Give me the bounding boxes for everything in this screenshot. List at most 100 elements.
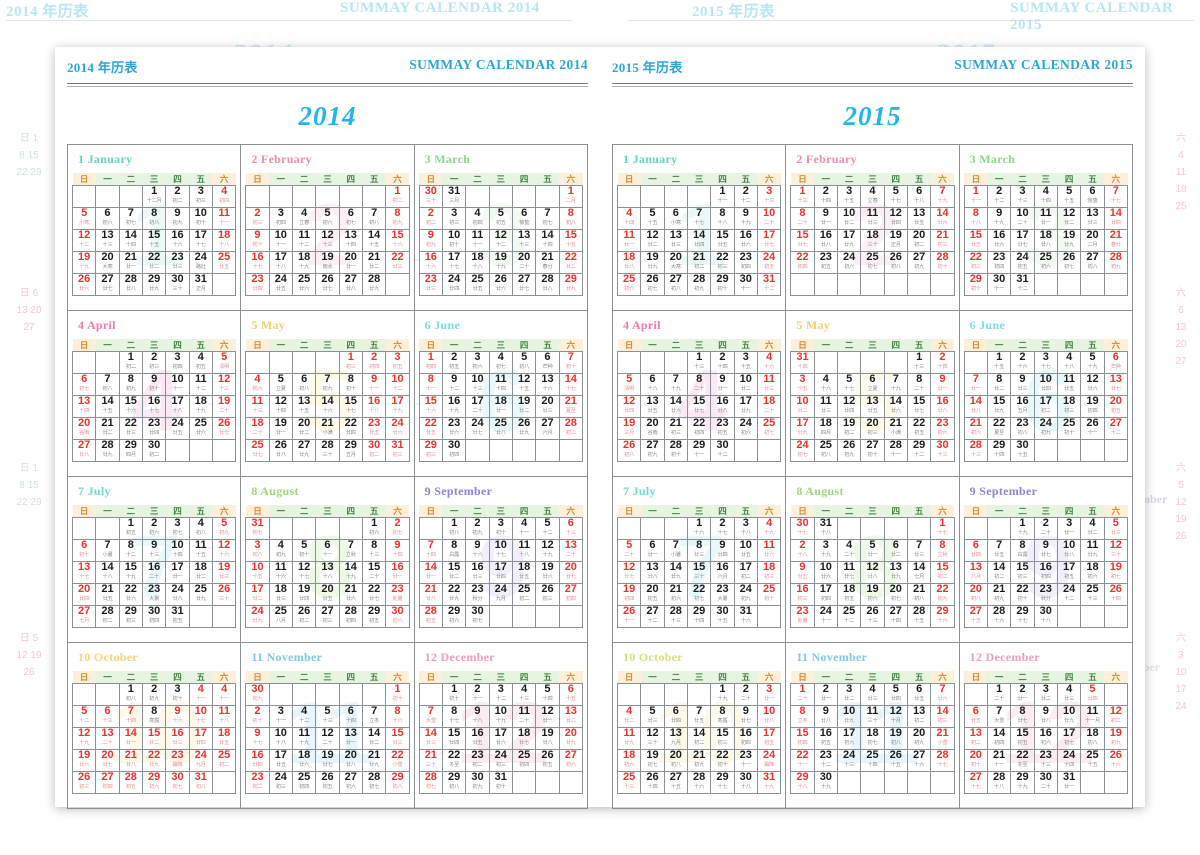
day-cell[interactable]: 6 芒种 — [535, 351, 560, 374]
day-cell[interactable]: 16 初五 — [813, 727, 838, 750]
day-cell[interactable]: 8 初八 — [558, 207, 584, 230]
day-cell[interactable]: 5 十二 — [71, 705, 97, 728]
day-cell[interactable]: 21 小满 — [315, 417, 340, 440]
day-cell[interactable]: 1 初八 — [441, 517, 467, 540]
day-cell[interactable]: 27 廿七 — [95, 273, 120, 296]
day-cell[interactable]: 7 十四 — [418, 539, 443, 562]
day-cell[interactable]: 9 廿一 — [710, 373, 735, 396]
day-cell[interactable]: 22 廿三 — [385, 251, 410, 274]
day-cell[interactable]: 26 初七 — [640, 273, 665, 296]
day-cell[interactable]: 18 廿八 — [616, 251, 642, 274]
day-cell[interactable]: 13 十五 — [291, 395, 317, 418]
day-cell[interactable]: 17 廿五 — [268, 749, 293, 772]
day-cell[interactable]: 24 十二 — [1056, 583, 1082, 606]
day-cell[interactable]: 10 十七 — [188, 705, 213, 728]
day-cell[interactable]: 5 廿三 — [1103, 517, 1129, 540]
day-cell[interactable]: 22 初十 — [710, 749, 735, 772]
day-cell[interactable]: 11 十八 — [511, 539, 537, 562]
day-cell[interactable]: 11 十四 — [488, 373, 513, 396]
day-cell[interactable]: 26 廿九 — [511, 417, 537, 440]
day-cell[interactable]: 2 十二 — [733, 185, 758, 208]
day-cell[interactable]: 9 十九 — [733, 207, 758, 230]
day-cell[interactable]: 14 廿一 — [418, 561, 443, 584]
day-cell[interactable]: 10 十四 — [165, 539, 190, 562]
day-cell[interactable]: 14 十九 — [338, 561, 363, 584]
day-cell[interactable]: 2 十八 — [790, 539, 815, 562]
day-cell[interactable]: 3 廿二 — [836, 683, 862, 706]
day-cell[interactable]: 18 初三 — [756, 561, 782, 584]
day-cell[interactable]: 25 初四 — [291, 771, 317, 794]
day-cell[interactable]: 1 二月 — [558, 185, 584, 208]
day-cell[interactable]: 20 谷雨 — [71, 417, 97, 440]
day-cell[interactable]: 8 立秋 — [930, 539, 955, 562]
day-cell[interactable]: 28 十六 — [986, 605, 1012, 628]
day-cell[interactable]: 11 十九 — [291, 727, 317, 750]
day-cell[interactable]: 22 初七 — [686, 583, 712, 606]
day-cell[interactable]: 10 十九 — [488, 705, 513, 728]
day-cell[interactable]: 22 廿五 — [418, 417, 443, 440]
day-cell[interactable]: 12 廿六 — [1080, 373, 1105, 396]
day-cell[interactable]: 15 二十 — [361, 561, 387, 584]
day-cell[interactable]: 5 二十 — [616, 539, 642, 562]
day-cell[interactable]: 12 廿七 — [616, 561, 642, 584]
day-cell[interactable]: 26 初八 — [883, 251, 908, 274]
day-cell[interactable]: 30 初九 — [245, 683, 270, 706]
day-cell[interactable]: 3 初十 — [165, 683, 190, 706]
day-cell[interactable]: 21 夏至 — [558, 395, 584, 418]
month-cell-july[interactable]: 77 July 日一二三四五六 1 十六 2 十七 3 十八 4 十九 5 二十 6 廿一 7 小暑 8 廿三 9 廿… — [611, 476, 787, 643]
day-cell[interactable]: 16 廿三 — [465, 561, 490, 584]
day-cell[interactable]: 3 初八 — [245, 539, 270, 562]
day-cell[interactable]: 24 十一 — [813, 605, 838, 628]
day-cell[interactable]: 12 十四 — [268, 395, 293, 418]
day-cell[interactable]: 15 十六 — [418, 395, 443, 418]
day-cell[interactable]: 19 初二 — [836, 417, 862, 440]
day-cell[interactable]: 1 十五 — [986, 351, 1012, 374]
day-cell[interactable]: 18 廿三 — [268, 583, 293, 606]
day-cell[interactable]: 19 初六 — [860, 583, 885, 606]
day-cell[interactable]: 19 廿九 — [1056, 229, 1082, 252]
month-cell-june[interactable]: 66 June 日一二三四五六 1 十五 2 十六 3 十七 4 十八 5 十九 6 芒种 7 廿一 8 廿二 9 廿… — [958, 310, 1134, 477]
day-cell[interactable]: 5 廿四 — [1080, 683, 1105, 706]
month-cell-october[interactable]: 10 10 October 日一二三四五六 1 初八 2 初九 3 初十 4 十一 4 十一 5 十二 6 十三… — [66, 642, 242, 809]
day-cell[interactable]: 16 十九 — [441, 395, 467, 418]
day-cell[interactable]: 24 初九 — [1033, 417, 1058, 440]
day-cell[interactable]: 3 廿二 — [1033, 683, 1058, 706]
day-cell[interactable]: 19 廿三 — [211, 561, 237, 584]
day-cell[interactable]: 17 二十 — [465, 395, 490, 418]
day-cell[interactable]: 23 初五 — [710, 417, 735, 440]
day-cell[interactable]: 4 十一 — [511, 517, 537, 540]
day-cell[interactable]: 8 十二 — [118, 539, 143, 562]
day-cell[interactable]: 7 十七 — [1103, 185, 1129, 208]
day-cell[interactable]: 25 十四 — [860, 749, 885, 772]
day-cell[interactable]: 23 十二 — [813, 749, 838, 772]
day-cell[interactable]: 13 廿三 — [1080, 207, 1105, 230]
day-cell[interactable]: 29 十九 — [1010, 771, 1035, 794]
day-cell[interactable]: 15 廿二 — [141, 727, 167, 750]
day-cell[interactable]: 9 廿四 — [710, 539, 735, 562]
day-cell[interactable]: 11 廿九 — [616, 727, 642, 750]
day-cell[interactable]: 7 十九 — [930, 185, 955, 208]
day-cell[interactable]: 21 小满 — [883, 417, 908, 440]
day-cell[interactable]: 31 十八 — [813, 517, 838, 540]
day-cell[interactable]: 20 廿七 — [95, 749, 120, 772]
day-cell[interactable]: 17 初二 — [1033, 395, 1058, 418]
day-cell[interactable]: 25 初十 — [1056, 417, 1082, 440]
day-cell[interactable]: 19 初七 — [1103, 561, 1129, 584]
day-cell[interactable]: 6 初六 — [95, 207, 120, 230]
day-cell[interactable]: 22 初四 — [790, 251, 815, 274]
day-cell[interactable]: 6 初七 — [338, 207, 363, 230]
day-cell[interactable]: 1 十七 — [930, 517, 955, 540]
day-cell[interactable]: 15 初五 — [1010, 727, 1035, 750]
day-cell[interactable]: 7 立秋 — [338, 539, 363, 562]
day-cell[interactable]: 12 十二 — [488, 229, 513, 252]
day-cell[interactable]: 8 立冬 — [790, 705, 815, 728]
day-cell[interactable]: 24 初五 — [756, 251, 782, 274]
day-cell[interactable]: 24 初六 — [836, 251, 862, 274]
day-cell[interactable]: 18 十九 — [291, 251, 317, 274]
day-cell[interactable]: 4 初七 — [488, 351, 513, 374]
day-cell[interactable]: 30 初四 — [141, 605, 167, 628]
day-cell[interactable]: 6 十一 — [315, 539, 340, 562]
day-cell[interactable]: 7 十四 — [118, 705, 143, 728]
day-cell[interactable]: 1 初四 — [418, 351, 443, 374]
day-cell[interactable]: 21 廿八 — [418, 583, 443, 606]
